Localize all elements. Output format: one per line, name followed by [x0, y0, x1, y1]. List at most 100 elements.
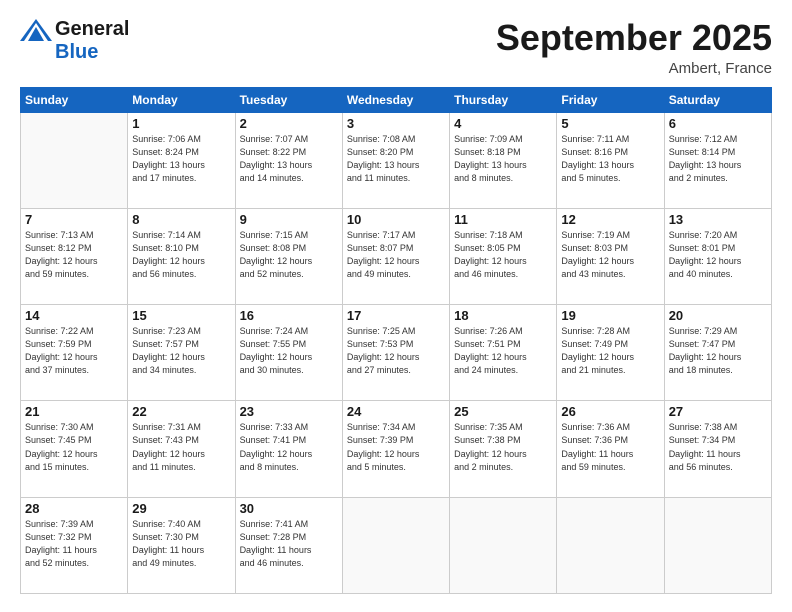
day-number: 22	[132, 404, 230, 419]
calendar-cell: 21 Sunrise: 7:30 AMSunset: 7:45 PMDayligh…	[21, 401, 128, 497]
cell-daylight-info: Sunrise: 7:34 AMSunset: 7:39 PMDaylight:…	[347, 421, 445, 473]
logo-blue: Blue	[55, 41, 98, 64]
day-number: 3	[347, 116, 445, 131]
cell-daylight-info: Sunrise: 7:07 AMSunset: 8:22 PMDaylight:…	[240, 133, 338, 185]
cell-daylight-info: Sunrise: 7:41 AMSunset: 7:28 PMDaylight:…	[240, 518, 338, 570]
day-number: 6	[669, 116, 767, 131]
col-sunday: Sunday	[21, 87, 128, 112]
calendar-cell: 12 Sunrise: 7:19 AMSunset: 8:03 PMDayligh…	[557, 208, 664, 304]
cell-daylight-info: Sunrise: 7:28 AMSunset: 7:49 PMDaylight:…	[561, 325, 659, 377]
cell-daylight-info: Sunrise: 7:17 AMSunset: 8:07 PMDaylight:…	[347, 229, 445, 281]
day-number: 10	[347, 212, 445, 227]
calendar-cell: 25Sunrise: 7:35 AMSunset: 7:38 PMDayligh…	[450, 401, 557, 497]
calendar-cell: 18Sunrise: 7:26 AMSunset: 7:51 PMDayligh…	[450, 305, 557, 401]
cell-daylight-info: Sunrise: 7:26 AMSunset: 7:51 PMDaylight:…	[454, 325, 552, 377]
logo-general: General	[55, 18, 129, 41]
day-number: 9	[240, 212, 338, 227]
calendar-cell: 30 Sunrise: 7:41 AMSunset: 7:28 PMDayligh…	[235, 497, 342, 593]
logo-icon	[20, 19, 52, 41]
cell-daylight-info: Sunrise: 7:36 AMSunset: 7:36 PMDaylight:…	[561, 421, 659, 473]
day-number: 23	[240, 404, 338, 419]
day-number: 1	[132, 116, 230, 131]
calendar-cell: 27 Sunrise: 7:38 AMSunset: 7:34 PMDayligh…	[664, 401, 771, 497]
calendar-cell	[450, 497, 557, 593]
day-number: 29	[132, 501, 230, 516]
calendar-cell: 2 Sunrise: 7:07 AMSunset: 8:22 PMDaylight…	[235, 112, 342, 208]
day-number: 17	[347, 308, 445, 323]
day-number: 16	[240, 308, 338, 323]
logo: General Blue	[20, 18, 129, 64]
cell-daylight-info: Sunrise: 7:35 AMSunset: 7:38 PMDaylight:…	[454, 421, 552, 473]
day-number: 5	[561, 116, 659, 131]
day-number: 4	[454, 116, 552, 131]
calendar-cell: 29 Sunrise: 7:40 AMSunset: 7:30 PMDayligh…	[128, 497, 235, 593]
day-number: 7	[25, 212, 123, 227]
calendar-cell	[342, 497, 449, 593]
calendar-week-2: 7Sunrise: 7:13 AMSunset: 8:12 PMDaylight…	[21, 208, 772, 304]
cell-daylight-info: Sunrise: 7:24 AMSunset: 7:55 PMDaylight:…	[240, 325, 338, 377]
calendar-cell: 13Sunrise: 7:20 AMSunset: 8:01 PMDayligh…	[664, 208, 771, 304]
day-number: 28	[25, 501, 123, 516]
cell-daylight-info: Sunrise: 7:20 AMSunset: 8:01 PMDaylight:…	[669, 229, 767, 281]
calendar-week-5: 28 Sunrise: 7:39 AMSunset: 7:32 PMDayligh…	[21, 497, 772, 593]
header: General Blue September 2025 Ambert, Fran…	[20, 18, 772, 77]
calendar-week-4: 21 Sunrise: 7:30 AMSunset: 7:45 PMDayligh…	[21, 401, 772, 497]
calendar-cell: 15 Sunrise: 7:23 AMSunset: 7:57 PMDayligh…	[128, 305, 235, 401]
cell-daylight-info: Sunrise: 7:30 AMSunset: 7:45 PMDaylight:…	[25, 421, 123, 473]
calendar-week-1: 1 Sunrise: 7:06 AMSunset: 8:24 PMDaylight…	[21, 112, 772, 208]
cell-daylight-info: Sunrise: 7:19 AMSunset: 8:03 PMDaylight:…	[561, 229, 659, 281]
day-number: 12	[561, 212, 659, 227]
day-number: 30	[240, 501, 338, 516]
cell-daylight-info: Sunrise: 7:11 AMSunset: 8:16 PMDaylight:…	[561, 133, 659, 185]
day-number: 19	[561, 308, 659, 323]
calendar-cell: 4Sunrise: 7:09 AMSunset: 8:18 PMDaylight…	[450, 112, 557, 208]
calendar-cell: 26 Sunrise: 7:36 AMSunset: 7:36 PMDayligh…	[557, 401, 664, 497]
calendar-cell: 10 Sunrise: 7:17 AMSunset: 8:07 PMDayligh…	[342, 208, 449, 304]
cell-daylight-info: Sunrise: 7:38 AMSunset: 7:34 PMDaylight:…	[669, 421, 767, 473]
calendar-cell: 23 Sunrise: 7:33 AMSunset: 7:41 PMDayligh…	[235, 401, 342, 497]
cell-daylight-info: Sunrise: 7:14 AMSunset: 8:10 PMDaylight:…	[132, 229, 230, 281]
calendar-cell	[664, 497, 771, 593]
cell-daylight-info: Sunrise: 7:23 AMSunset: 7:57 PMDaylight:…	[132, 325, 230, 377]
calendar-header-row: Sunday Monday Tuesday Wednesday Thursday…	[21, 87, 772, 112]
calendar-cell	[557, 497, 664, 593]
day-number: 21	[25, 404, 123, 419]
calendar-cell: 22 Sunrise: 7:31 AMSunset: 7:43 PMDayligh…	[128, 401, 235, 497]
calendar-body: 1 Sunrise: 7:06 AMSunset: 8:24 PMDaylight…	[21, 112, 772, 593]
calendar-cell: 7Sunrise: 7:13 AMSunset: 8:12 PMDaylight…	[21, 208, 128, 304]
calendar-cell: 5 Sunrise: 7:11 AMSunset: 8:16 PMDaylight…	[557, 112, 664, 208]
cell-daylight-info: Sunrise: 7:33 AMSunset: 7:41 PMDaylight:…	[240, 421, 338, 473]
calendar-cell: 17 Sunrise: 7:25 AMSunset: 7:53 PMDayligh…	[342, 305, 449, 401]
day-number: 27	[669, 404, 767, 419]
col-wednesday: Wednesday	[342, 87, 449, 112]
cell-daylight-info: Sunrise: 7:29 AMSunset: 7:47 PMDaylight:…	[669, 325, 767, 377]
cell-daylight-info: Sunrise: 7:22 AMSunset: 7:59 PMDaylight:…	[25, 325, 123, 377]
cell-daylight-info: Sunrise: 7:06 AMSunset: 8:24 PMDaylight:…	[132, 133, 230, 185]
day-number: 26	[561, 404, 659, 419]
calendar-cell: 28 Sunrise: 7:39 AMSunset: 7:32 PMDayligh…	[21, 497, 128, 593]
calendar-cell	[21, 112, 128, 208]
cell-daylight-info: Sunrise: 7:39 AMSunset: 7:32 PMDaylight:…	[25, 518, 123, 570]
calendar-cell: 8Sunrise: 7:14 AMSunset: 8:10 PMDaylight…	[128, 208, 235, 304]
col-tuesday: Tuesday	[235, 87, 342, 112]
month-title: September 2025	[496, 18, 772, 58]
cell-daylight-info: Sunrise: 7:40 AMSunset: 7:30 PMDaylight:…	[132, 518, 230, 570]
cell-daylight-info: Sunrise: 7:08 AMSunset: 8:20 PMDaylight:…	[347, 133, 445, 185]
title-block: September 2025 Ambert, France	[496, 18, 772, 77]
day-number: 2	[240, 116, 338, 131]
cell-daylight-info: Sunrise: 7:25 AMSunset: 7:53 PMDaylight:…	[347, 325, 445, 377]
col-saturday: Saturday	[664, 87, 771, 112]
calendar-cell: 24 Sunrise: 7:34 AMSunset: 7:39 PMDayligh…	[342, 401, 449, 497]
calendar-cell: 20 Sunrise: 7:29 AMSunset: 7:47 PMDayligh…	[664, 305, 771, 401]
calendar-cell: 19 Sunrise: 7:28 AMSunset: 7:49 PMDayligh…	[557, 305, 664, 401]
calendar-cell: 11Sunrise: 7:18 AMSunset: 8:05 PMDayligh…	[450, 208, 557, 304]
day-number: 24	[347, 404, 445, 419]
calendar-cell: 3 Sunrise: 7:08 AMSunset: 8:20 PMDaylight…	[342, 112, 449, 208]
day-number: 15	[132, 308, 230, 323]
col-thursday: Thursday	[450, 87, 557, 112]
col-monday: Monday	[128, 87, 235, 112]
cell-daylight-info: Sunrise: 7:31 AMSunset: 7:43 PMDaylight:…	[132, 421, 230, 473]
day-number: 20	[669, 308, 767, 323]
calendar-week-3: 14Sunrise: 7:22 AMSunset: 7:59 PMDayligh…	[21, 305, 772, 401]
location: Ambert, France	[496, 60, 772, 77]
